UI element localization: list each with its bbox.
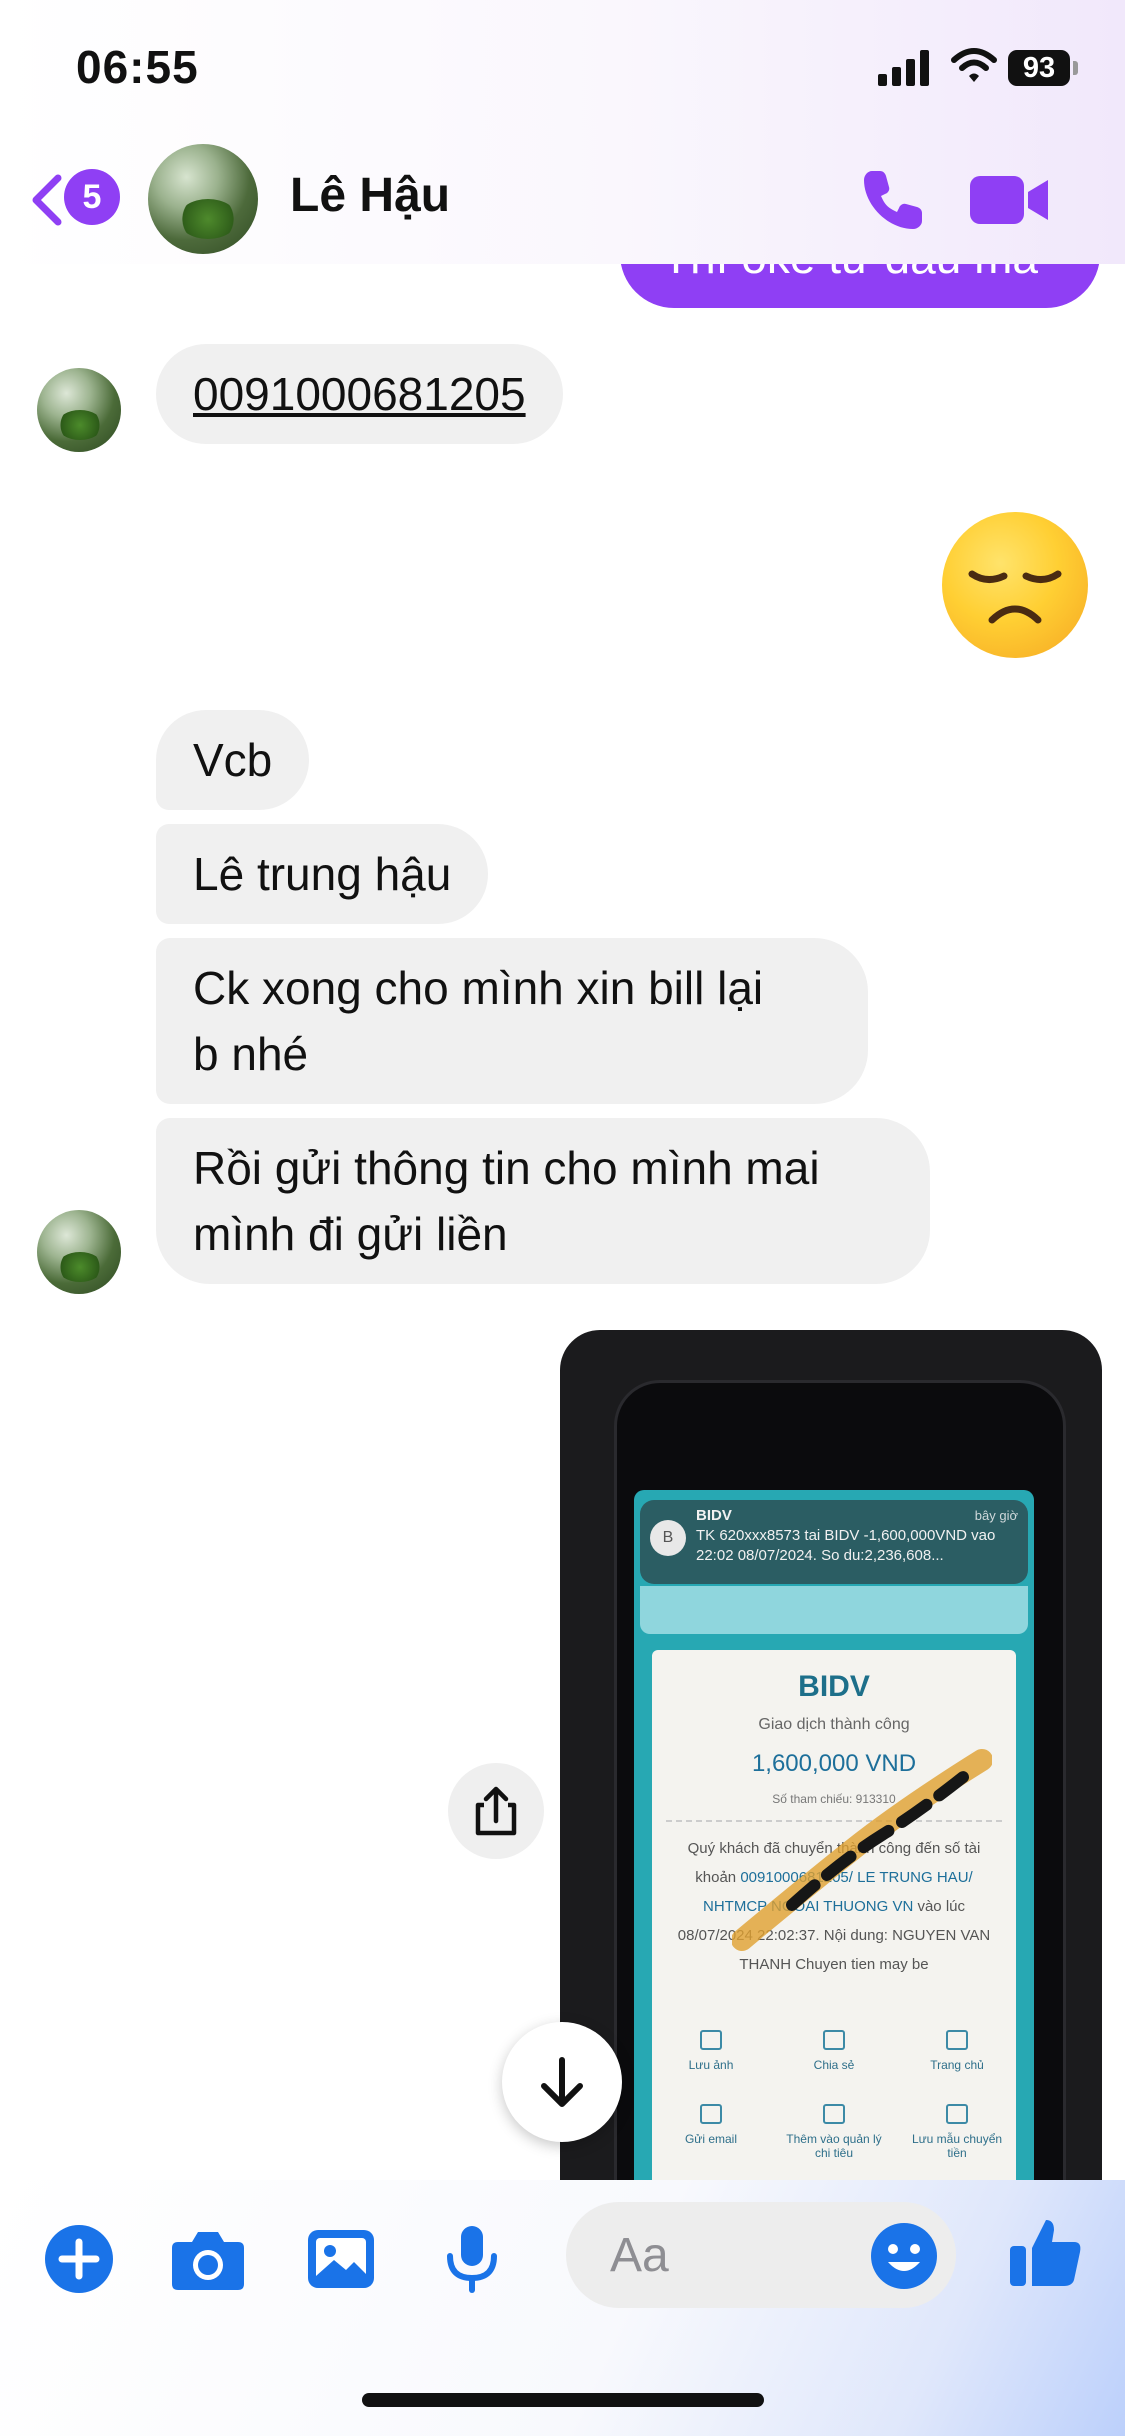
sender-avatar[interactable] [37, 368, 121, 452]
incoming-message-bubble[interactable]: Vcb [156, 710, 310, 810]
thumbs-up-icon[interactable] [1008, 2214, 1084, 2290]
contact-name[interactable]: Lê Hậu [290, 168, 450, 223]
emoji-message-disappointed[interactable] [942, 512, 1088, 658]
receipt-action-home: Trang chủ [902, 2030, 1012, 2072]
camera-icon[interactable] [170, 2224, 246, 2294]
home-icon [946, 2030, 968, 2050]
receipt-brand: BIDV [798, 1670, 870, 1703]
receipt-action-label: Lưu mẫu chuyển tiền [911, 2132, 1003, 2160]
scribble-mark [732, 1749, 992, 1951]
status-time: 06:55 [76, 41, 199, 93]
clipboard-icon [823, 2104, 845, 2124]
receipt-action-label: Thêm vào quản lý chi tiêu [786, 2132, 882, 2160]
notification-body: TK 620xxx8573 tai BIDV -1,600,000VND vao… [696, 1527, 996, 1564]
video-camera-icon[interactable] [968, 172, 1050, 228]
incoming-message-bubble[interactable]: 0091000681205 [156, 344, 563, 444]
message-text: Vcb [193, 734, 273, 786]
image-icon[interactable] [306, 2224, 376, 2294]
account-number-link[interactable]: 0091000681205 [193, 368, 526, 420]
receipt-action-save-image: Lưu ảnh [656, 2030, 766, 2072]
chevron-left-icon[interactable] [26, 172, 66, 228]
home-indicator[interactable] [362, 2393, 764, 2407]
document-icon [946, 2104, 968, 2124]
sender-avatar[interactable] [37, 1210, 121, 1294]
phone-screen: B BIDV bây giờ TK 620xxx8573 tai BIDV -1… [634, 1490, 1034, 2180]
incoming-message-bubble[interactable]: Lê trung hậu [156, 824, 489, 924]
unread-count-badge[interactable]: 5 [64, 169, 120, 225]
battery-icon [1073, 61, 1078, 75]
phone-icon[interactable] [858, 165, 928, 235]
image-icon [700, 2030, 722, 2050]
bank-notification-icon: B [650, 1520, 686, 1556]
share-icon [475, 1786, 517, 1836]
wifi-icon [951, 48, 997, 82]
message-text: Lê trung hậu [193, 848, 452, 900]
message-text-line: Ck xong cho mình xin bill lại [193, 962, 764, 1014]
share-button[interactable] [448, 1763, 544, 1859]
message-text-line: b nhé [193, 1028, 309, 1080]
notification-time: bây giờ [974, 1508, 1018, 1523]
contact-avatar[interactable] [148, 144, 258, 254]
share-icon [823, 2030, 845, 2050]
disappointed-face-icon [968, 570, 1062, 624]
plus-icon[interactable] [44, 2224, 114, 2294]
receipt-action-label: Gửi email [684, 2132, 738, 2146]
message-text-line: mình đi gửi liền [193, 1208, 508, 1260]
promo-banner [640, 1586, 1028, 1634]
receipt-action-save-template: Lưu mẫu chuyển tiền [902, 2104, 1012, 2160]
battery-level: 93 [1008, 50, 1070, 86]
incoming-message-bubble[interactable]: Ck xong cho mình xin bill lại b nhé [156, 938, 868, 1104]
receipt-action-share: Chia sẻ [779, 2030, 889, 2072]
photo-message[interactable]: B BIDV bây giờ TK 620xxx8573 tai BIDV -1… [560, 1330, 1102, 2180]
message-input-placeholder: Aa [610, 2229, 669, 2282]
microphone-icon[interactable] [444, 2224, 500, 2294]
transfer-receipt: BIDV Giao dịch thành công 1,600,000 VND … [652, 1650, 1016, 2180]
cellular-signal-icon [878, 50, 934, 86]
message-text-line: Rồi gửi thông tin cho mình mai [193, 1142, 820, 1194]
chat-header: 06:55 93 5 Lê Hậu [0, 0, 1125, 264]
receipt-action-label: Lưu ảnh [688, 2058, 734, 2072]
receipt-action-email: Gửi email [656, 2104, 766, 2146]
email-icon [700, 2104, 722, 2124]
receipt-action-add-expense: Thêm vào quản lý chi tiêu [779, 2104, 889, 2160]
notification-title: BIDV [696, 1507, 732, 1524]
receipt-status: Giao dịch thành công [758, 1716, 910, 1733]
receipt-action-label: Chia sẻ [813, 2058, 855, 2072]
receipt-action-label: Trang chủ [930, 2058, 984, 2072]
message-list[interactable]: Thì oke từ đầu mà 0091000681205 Vcb Lê t… [0, 0, 1125, 2180]
arrow-down-icon [541, 2057, 583, 2107]
scroll-to-bottom-button[interactable] [502, 2022, 622, 2142]
smiley-icon[interactable] [870, 2222, 938, 2290]
incoming-message-bubble[interactable]: Rồi gửi thông tin cho mình mai mình đi g… [156, 1118, 930, 1284]
bank-notification: B BIDV bây giờ TK 620xxx8573 tai BIDV -1… [640, 1500, 1028, 1584]
